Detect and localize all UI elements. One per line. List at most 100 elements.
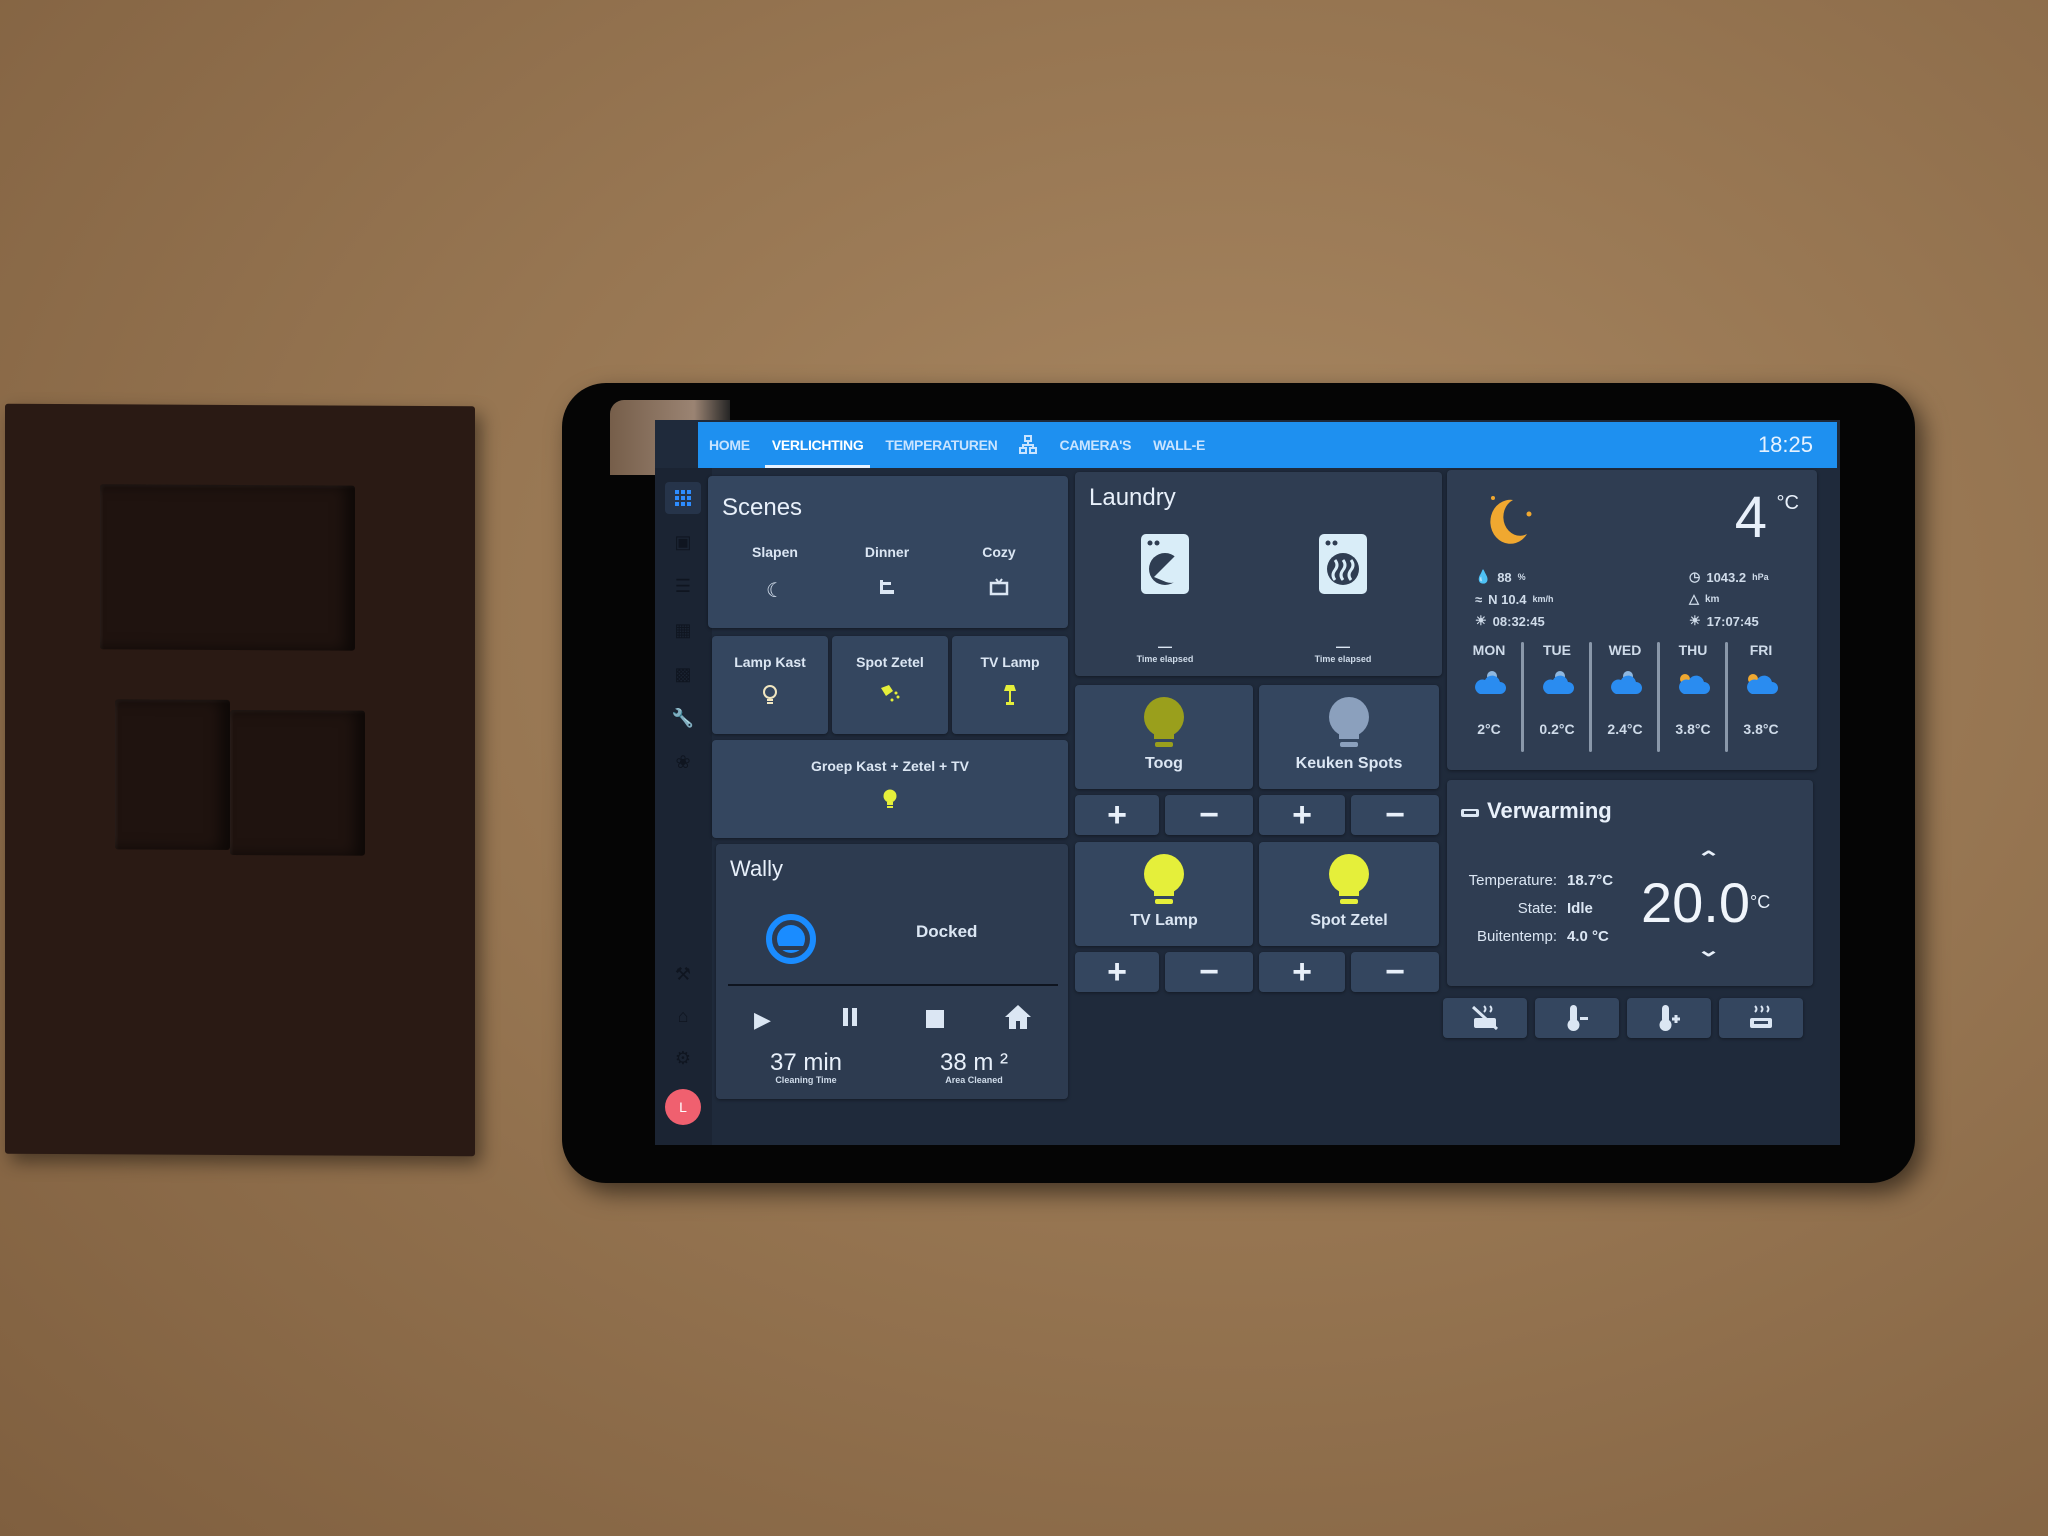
bulb-icon bbox=[1144, 697, 1184, 747]
light-label: TV Lamp bbox=[980, 654, 1040, 670]
outside-temp-value: 4.0 °C bbox=[1567, 927, 1609, 945]
forecast-temp: 2°C bbox=[1477, 721, 1501, 737]
clock: 18:25 bbox=[1757, 432, 1813, 457]
cloudy-icon bbox=[1527, 670, 1587, 699]
forecast-divider bbox=[1725, 642, 1728, 752]
tv-icon bbox=[989, 578, 1009, 602]
grid-icon bbox=[675, 490, 691, 506]
keuken-brightness-down[interactable]: − bbox=[1351, 795, 1439, 835]
scene-dinner[interactable]: Dinner bbox=[832, 544, 942, 602]
light-button-tv-lamp[interactable]: TV Lamp bbox=[952, 636, 1068, 734]
tab-wall-e[interactable]: WALL-E bbox=[1142, 422, 1216, 468]
temp-down-button[interactable] bbox=[1535, 998, 1619, 1038]
sidebar-item-supervisor[interactable]: ⌂ bbox=[665, 1000, 701, 1032]
forecast-day-name: FRI bbox=[1749, 642, 1773, 658]
scene-slapen[interactable]: Slapen ☾ bbox=[720, 544, 830, 602]
light-label: TV Lamp bbox=[1130, 912, 1198, 929]
robot-vacuum-icon[interactable] bbox=[766, 914, 816, 969]
user-avatar[interactable]: L bbox=[665, 1089, 701, 1125]
keuken-brightness-up[interactable]: + bbox=[1259, 795, 1345, 835]
tumble-dryer[interactable]: — Time elapsed bbox=[1283, 534, 1403, 664]
spotlight-icon bbox=[832, 684, 948, 709]
tab-home[interactable]: HOME bbox=[698, 422, 761, 468]
tab-cameras[interactable]: CAMERA'S bbox=[1048, 422, 1142, 468]
bulb-icon bbox=[1329, 854, 1369, 904]
sidebar-item-debug[interactable]: ❀ bbox=[665, 746, 701, 778]
tab-network[interactable] bbox=[1008, 422, 1048, 468]
washing-machine[interactable]: — Time elapsed bbox=[1105, 534, 1225, 664]
stop-button[interactable] bbox=[926, 1010, 944, 1033]
cloudy-icon bbox=[1595, 670, 1655, 699]
return-home-button[interactable] bbox=[1004, 1004, 1032, 1035]
tab-temperaturen[interactable]: TEMPERATUREN bbox=[874, 422, 1008, 468]
group-light-button[interactable]: Groep Kast + Zetel + TV bbox=[712, 740, 1068, 838]
cloudy-icon bbox=[1459, 670, 1519, 699]
switch-rocker-top bbox=[100, 484, 355, 651]
light-label: Lamp Kast bbox=[734, 654, 806, 670]
scenes-card: Scenes Slapen ☾ Dinner Cozy bbox=[708, 476, 1068, 628]
laundry-title: Laundry bbox=[1089, 484, 1176, 511]
vacuum-status: Docked bbox=[916, 922, 978, 941]
tv-lamp-brightness-up[interactable]: + bbox=[1075, 952, 1159, 992]
heating-off-button[interactable] bbox=[1443, 998, 1527, 1038]
light-tile-spot-zetel[interactable]: Spot Zetel bbox=[1259, 842, 1439, 946]
tv-lamp-brightness-down[interactable]: − bbox=[1165, 952, 1253, 992]
target-down-button[interactable]: ⌄ bbox=[1696, 940, 1720, 961]
cleaning-time-value: 37 min bbox=[769, 1049, 843, 1076]
radiator-icon bbox=[1461, 806, 1479, 824]
spot-zetel-brightness-up[interactable]: + bbox=[1259, 952, 1345, 992]
toog-brightness-down[interactable]: − bbox=[1165, 795, 1253, 835]
vacuum-card: Wally Docked ▶ 37 min Cleaning Time 38 m… bbox=[716, 844, 1068, 1099]
scene-cozy[interactable]: Cozy bbox=[944, 544, 1054, 602]
forecast: MON 2°C TUE 0.2°C WED 2.4°C THU 3.8°C FRI 3.8°C bbox=[1447, 602, 1817, 762]
list-icon: ☰ bbox=[674, 575, 692, 596]
temp-up-button[interactable] bbox=[1627, 998, 1711, 1038]
light-tile-tv-lamp[interactable]: TV Lamp bbox=[1075, 842, 1253, 946]
floor-lamp-icon bbox=[952, 684, 1068, 711]
outside-temp-label: Buitentemp: bbox=[1476, 927, 1557, 945]
wall-light-switch bbox=[5, 403, 475, 1157]
forecast-temp: 0.2°C bbox=[1539, 721, 1575, 737]
temperature-label: Temperature: bbox=[1468, 871, 1557, 889]
sidebar-item-settings[interactable]: ⚙ bbox=[665, 1042, 701, 1074]
forecast-divider bbox=[1657, 642, 1660, 752]
area-value: 38 m ² bbox=[939, 1049, 1008, 1076]
thermostat-title: Verwarming bbox=[1487, 798, 1612, 823]
bug-icon: ❀ bbox=[675, 751, 691, 772]
light-tile-toog[interactable]: Toog bbox=[1075, 685, 1253, 789]
forecast-day: THU 3.8°C bbox=[1663, 642, 1723, 737]
state-label: State: bbox=[1517, 899, 1557, 917]
heating-on-button[interactable] bbox=[1719, 998, 1803, 1038]
current-temperature: 4 bbox=[1734, 485, 1767, 550]
target-temperature: 20.0 bbox=[1641, 871, 1750, 934]
spot-zetel-brightness-down[interactable]: − bbox=[1351, 952, 1439, 992]
partly-cloudy-icon bbox=[1663, 670, 1723, 699]
light-button-spot-zetel[interactable]: Spot Zetel bbox=[832, 636, 948, 734]
dinner-icon bbox=[878, 578, 896, 602]
pressure-icon: ◷ bbox=[1689, 569, 1701, 584]
account-box-icon: ▣ bbox=[674, 531, 692, 552]
toog-brightness-up[interactable]: + bbox=[1075, 795, 1159, 835]
pause-button[interactable] bbox=[841, 1007, 859, 1032]
settings-icon: ⚙ bbox=[674, 1047, 692, 1068]
cleaning-time: 37 min Cleaning Time bbox=[756, 1049, 856, 1085]
forecast-temp: 2.4°C bbox=[1607, 721, 1643, 737]
target-unit: °C bbox=[1750, 892, 1771, 912]
temperature-unit: °C bbox=[1776, 492, 1799, 514]
laundry-card: Laundry — Time elapsed — Time elapsed bbox=[1075, 472, 1442, 676]
sidebar-item-overview[interactable] bbox=[665, 482, 701, 514]
sidebar-item-hacs[interactable]: ▩ bbox=[665, 658, 701, 690]
sidebar-item-history[interactable]: ▦ bbox=[665, 614, 701, 646]
alpha-box-icon: ▩ bbox=[674, 663, 692, 684]
sidebar-item-map[interactable]: ▣ bbox=[665, 526, 701, 558]
forecast-temp: 3.8°C bbox=[1743, 721, 1779, 737]
sidebar-item-tools[interactable]: 🔧 bbox=[665, 702, 701, 734]
tab-verlichting[interactable]: VERLICHTING bbox=[761, 422, 875, 468]
light-tile-keuken-spots[interactable]: Keuken Spots bbox=[1259, 685, 1439, 789]
sidebar-item-developer[interactable]: ⚒ bbox=[665, 958, 701, 990]
play-button[interactable]: ▶ bbox=[754, 1007, 771, 1033]
washer-label: Time elapsed bbox=[1136, 654, 1194, 664]
sidebar-item-logbook[interactable]: ☰ bbox=[665, 570, 701, 602]
target-up-button[interactable]: ⌃ bbox=[1696, 848, 1720, 869]
light-button-lamp-kast[interactable]: Lamp Kast bbox=[712, 636, 828, 734]
